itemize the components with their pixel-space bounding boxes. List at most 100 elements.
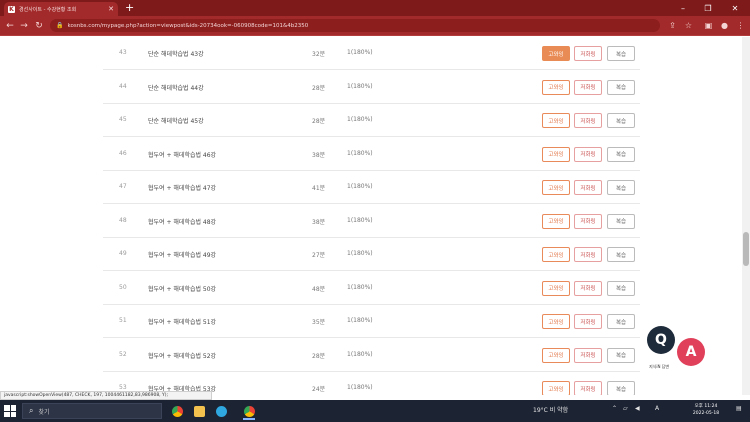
replay-button[interactable]: 저화링 [574,180,602,195]
lecture-title[interactable]: 협두여 + 해데학습법 48강 [148,217,216,226]
volume-icon[interactable]: ◀ [635,405,640,412]
study-button[interactable]: 복습 [607,381,635,395]
chrome-app-icon[interactable] [168,402,186,420]
review-button[interactable]: 고와잉 [542,280,570,296]
lecture-title[interactable]: 협두여 + 해데학습법 47강 [148,183,216,192]
study-button[interactable]: 복습 [607,280,635,296]
bookmark-star-icon[interactable]: ☆ [683,20,694,31]
lecture-progress: 1(180%) [347,116,373,123]
study-button[interactable]: 복습 [607,79,635,95]
lecture-title[interactable]: 협두여 + 해데학습법 51강 [148,317,216,326]
chrome-active-app-icon[interactable] [240,402,258,420]
review-button[interactable]: 고와잉 [542,347,570,363]
lecture-title[interactable]: 단순 해데학습법 44강 [148,83,204,92]
table-row: 47 협두여 + 해데학습법 47강 41분 1(180%) 고와잉 저화링 복습 [103,171,640,204]
notification-icon[interactable]: ▤ [736,405,742,412]
review-button[interactable]: 고와잉 [542,180,570,195]
replay-button[interactable]: 저화링 [574,347,602,363]
replay-button[interactable]: 저화링 [574,280,602,296]
network-icon[interactable]: ▱ [623,405,628,412]
browser-titlebar: K 경선사이트 - 수강현황 조회 ✕ + – ❐ ✕ [0,0,750,16]
browser-tab[interactable]: K 경선사이트 - 수강현황 조회 ✕ [4,2,118,16]
taskbar-search[interactable]: ⌕ 찾기 [22,403,162,419]
study-button[interactable]: 복습 [607,247,635,262]
scrollbar-thumb[interactable] [743,232,749,266]
lecture-duration: 27분 [312,252,326,259]
tab-title: 경선사이트 - 수강현황 조회 [19,6,77,13]
study-button[interactable]: 복습 [607,46,635,61]
lecture-progress: 1(180%) [347,183,373,190]
profile-avatar-icon[interactable]: ● [719,20,730,31]
lecture-progress: 1(180%) [347,317,373,324]
study-button[interactable]: 복습 [607,347,635,363]
review-button[interactable]: 고와잉 [542,113,570,128]
study-button[interactable]: 복습 [607,113,635,128]
replay-button[interactable]: 저화링 [574,113,602,128]
replay-button[interactable]: 저화링 [574,314,602,329]
reload-icon[interactable]: ↻ [33,19,45,32]
site-favicon-icon: K [8,5,15,13]
taskbar-clock[interactable]: 오후 11:24 2022-05-18 [690,403,722,417]
lecture-number: 48 [119,216,127,224]
lecture-duration: 28분 [312,352,326,360]
lecture-title[interactable]: 단순 해데학습법 43강 [148,49,204,58]
review-button[interactable]: 고와잉 [542,46,570,61]
lecture-progress: 1(180%) [347,350,373,358]
review-button[interactable]: 고와잉 [542,247,570,262]
replay-button[interactable]: 저화링 [574,79,602,95]
file-explorer-icon[interactable] [190,402,208,420]
minimize-button[interactable]: – [672,0,694,16]
lecture-title[interactable]: 협두여 + 해데학습법 46강 [148,150,216,159]
replay-button[interactable]: 저화링 [574,213,602,229]
page-viewport: 43 단순 해데학습법 43강 32분 1(180%) 고와잉 저화링 복습 44 단순 해데학… [0,37,742,395]
table-row: 44 단순 해데학습법 44강 28분 1(180%) 고와잉 저화링 복습 [103,71,640,104]
address-bar[interactable]: 🔒 kosnbs.com/mypage.php?action=viewpost&… [50,19,660,32]
close-window-button[interactable]: ✕ [724,0,746,16]
study-button[interactable]: 복습 [607,146,635,162]
review-button[interactable]: 고와잉 [542,213,570,229]
review-button[interactable]: 고와잉 [542,381,570,395]
lecture-progress: 1(180%) [347,149,373,157]
lecture-duration: 41분 [312,185,326,192]
review-button[interactable]: 고와잉 [542,146,570,162]
replay-button[interactable]: 저화링 [574,381,602,395]
tray-chevron-icon[interactable]: ⌃ [612,405,617,412]
back-arrow-icon[interactable]: ← [4,19,16,32]
lecture-title[interactable]: 협두여 + 해데학습법 50강 [148,284,216,293]
study-button[interactable]: 복습 [607,314,635,329]
forward-arrow-icon[interactable]: → [18,19,30,32]
review-button[interactable]: 고와잉 [542,314,570,329]
tab-close-icon[interactable]: ✕ [108,5,114,13]
extensions-icon[interactable]: ▣ [703,20,714,31]
menu-kebab-icon[interactable]: ⋮ [735,20,746,31]
weather-text[interactable]: 19°C 비 약함 [533,405,568,414]
replay-button[interactable]: 저화링 [574,146,602,162]
new-tab-button[interactable]: + [125,1,134,15]
edge-app-icon[interactable] [212,402,230,420]
replay-button[interactable]: 저화링 [574,247,602,262]
lecture-title[interactable]: 협두여 + 해데학습법 52강 [148,351,216,360]
ime-language[interactable]: A [655,405,659,412]
windows-start-icon[interactable] [4,405,16,417]
lecture-title[interactable]: 협두여 + 해데학습법 49강 [148,250,216,259]
lecture-duration: 48분 [312,285,326,293]
study-button[interactable]: 복습 [607,180,635,195]
share-icon[interactable]: ⇪ [667,20,678,31]
lecture-title[interactable]: 단순 해데학습법 45강 [148,116,204,125]
review-button[interactable]: 고와잉 [542,79,570,95]
search-icon: ⌕ [29,406,34,415]
lecture-number: 50 [119,283,127,291]
lecture-number: 53 [119,384,127,391]
maximize-button[interactable]: ❐ [697,0,719,16]
qa-floating-badge[interactable]: Q A 지식iN 답변 [645,324,707,372]
qa-answer-bubble: A [677,338,705,366]
clock-time: 오후 11:24 [694,404,718,409]
lecture-duration: 28분 [312,84,326,92]
replay-button[interactable]: 저화링 [574,46,602,61]
search-placeholder: 찾기 [38,408,50,416]
lecture-duration: 35분 [312,319,326,326]
lecture-progress: 1(180%) [347,250,373,257]
lecture-duration: 32분 [312,51,326,58]
study-button[interactable]: 복습 [607,213,635,229]
scrollbar-track[interactable] [742,37,750,395]
